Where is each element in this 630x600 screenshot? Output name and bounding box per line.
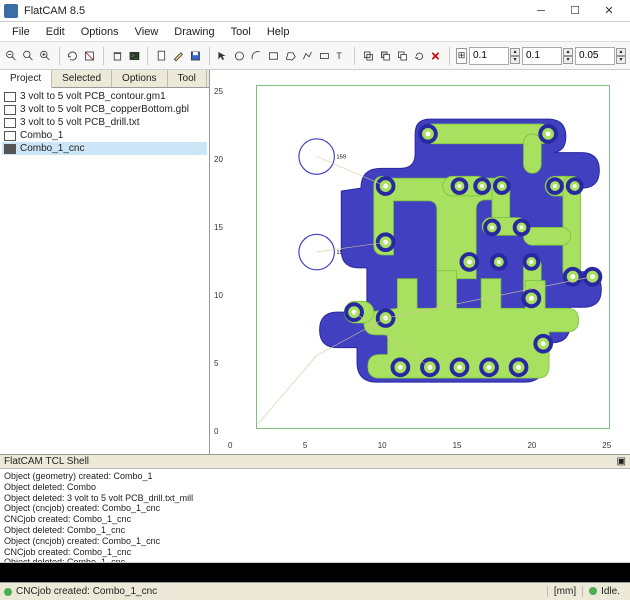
- tree-item-label: 3 volt to 5 volt PCB_copperBottom.gbl: [20, 104, 189, 115]
- y-tick: 20: [214, 155, 223, 164]
- text-icon[interactable]: T: [333, 45, 348, 67]
- y-tick: 25: [214, 87, 223, 96]
- status-message: CNCjob created: Combo_1_cnc: [16, 586, 157, 597]
- tab-project[interactable]: Project: [0, 70, 52, 88]
- tree-item-label: Combo_1_cnc: [20, 143, 84, 154]
- spin-down[interactable]: ▾: [563, 56, 573, 64]
- zoom-fit-icon[interactable]: [21, 45, 36, 67]
- app-icon: [4, 4, 18, 18]
- minimize-button[interactable]: ─: [524, 1, 558, 21]
- window-title: FlatCAM 8.5: [24, 5, 524, 17]
- tree-item-label: Combo_1: [20, 130, 63, 141]
- tree-item[interactable]: Combo_1: [2, 129, 207, 142]
- sidebar: Project Selected Options Tool 3 volt to …: [0, 70, 210, 454]
- drill-icon: [4, 118, 16, 128]
- zoom-out-icon[interactable]: [4, 45, 19, 67]
- replot-icon[interactable]: [65, 45, 80, 67]
- tree-item[interactable]: Combo_1_cnc: [2, 142, 207, 155]
- x-tick: 5: [303, 441, 307, 450]
- title-bar: FlatCAM 8.5 ─ ☐ ✕: [0, 0, 630, 22]
- plot-canvas[interactable]: 0 5 10 15 20 25 0 5 10 15 20 25 159 152: [210, 70, 630, 454]
- menu-view[interactable]: View: [127, 24, 167, 40]
- project-tree[interactable]: 3 volt to 5 volt PCB_contour.gm1 3 volt t…: [0, 88, 209, 454]
- circle-icon[interactable]: [232, 45, 247, 67]
- tree-item-label: 3 volt to 5 volt PCB_drill.txt: [20, 117, 140, 128]
- tcl-shell: FlatCAM TCL Shell ▣ Object (geometry) cr…: [0, 454, 630, 582]
- menu-edit[interactable]: Edit: [38, 24, 73, 40]
- gerber-icon: [4, 131, 16, 141]
- status-dot-icon: [4, 588, 12, 596]
- console-output[interactable]: Object (geometry) created: Combo_1 Objec…: [0, 469, 630, 562]
- svg-text:T: T: [337, 51, 343, 61]
- cut-path-icon[interactable]: [378, 45, 393, 67]
- svg-text:159: 159: [336, 155, 346, 161]
- zoom-in-icon[interactable]: [38, 45, 53, 67]
- clear-plot-icon[interactable]: [82, 45, 97, 67]
- new-icon[interactable]: [154, 45, 169, 67]
- tree-item[interactable]: 3 volt to 5 volt PCB_copperBottom.gbl: [2, 103, 207, 116]
- x-tick: 20: [527, 441, 536, 450]
- sidebar-tabs: Project Selected Options Tool: [0, 70, 209, 88]
- grid-x-input[interactable]: [469, 47, 509, 65]
- console-title: FlatCAM TCL Shell: [4, 456, 89, 467]
- spin-up[interactable]: ▴: [510, 48, 520, 56]
- status-bar: CNCjob created: Combo_1_cnc [mm] Idle.: [0, 582, 630, 600]
- console-dock-icon[interactable]: ▣: [617, 456, 626, 467]
- menu-bar: File Edit Options View Drawing Tool Help: [0, 22, 630, 42]
- menu-file[interactable]: File: [4, 24, 38, 40]
- save-icon[interactable]: [188, 45, 203, 67]
- rect2-icon[interactable]: [317, 45, 332, 67]
- x-tick: 0: [228, 441, 232, 450]
- y-tick: 5: [214, 359, 218, 368]
- tab-options[interactable]: Options: [112, 70, 167, 87]
- grid-y-input[interactable]: [522, 47, 562, 65]
- tab-selected[interactable]: Selected: [52, 70, 112, 87]
- gerber-icon: [4, 92, 16, 102]
- tree-item-label: 3 volt to 5 volt PCB_contour.gm1: [20, 91, 166, 102]
- edit-geometry-icon[interactable]: [171, 45, 186, 67]
- delete-shape-icon[interactable]: [428, 45, 443, 67]
- snap-input[interactable]: [575, 47, 615, 65]
- spin-down[interactable]: ▾: [616, 56, 626, 64]
- union-icon[interactable]: [361, 45, 376, 67]
- gerber-icon: [4, 105, 16, 115]
- menu-tool[interactable]: Tool: [223, 24, 259, 40]
- path-icon[interactable]: [300, 45, 315, 67]
- y-tick: 15: [214, 223, 223, 232]
- rotate-icon[interactable]: [412, 45, 427, 67]
- tab-tool[interactable]: Tool: [168, 70, 207, 87]
- cnc-icon: [4, 144, 16, 154]
- menu-help[interactable]: Help: [259, 24, 298, 40]
- maximize-button[interactable]: ☐: [558, 1, 592, 21]
- svg-text:>_: >_: [131, 53, 138, 59]
- copy-icon[interactable]: [395, 45, 410, 67]
- y-tick: 0: [214, 427, 218, 436]
- toolbar: >_ T ⊞ ▴▾ ▴▾ ▴▾: [0, 42, 630, 70]
- menu-options[interactable]: Options: [73, 24, 127, 40]
- polygon-icon[interactable]: [283, 45, 298, 67]
- tree-item[interactable]: 3 volt to 5 volt PCB_drill.txt: [2, 116, 207, 129]
- y-tick: 10: [214, 291, 223, 300]
- grid-toggle-icon[interactable]: ⊞: [456, 48, 467, 64]
- tree-item[interactable]: 3 volt to 5 volt PCB_contour.gm1: [2, 90, 207, 103]
- x-tick: 10: [378, 441, 387, 450]
- spin-up[interactable]: ▴: [616, 48, 626, 56]
- pcb-plot: 159 152: [228, 78, 622, 436]
- status-units: [mm]: [547, 586, 582, 597]
- delete-icon[interactable]: [110, 45, 125, 67]
- spin-up[interactable]: ▴: [563, 48, 573, 56]
- close-button[interactable]: ✕: [592, 1, 626, 21]
- status-state: Idle.: [601, 586, 620, 597]
- spin-down[interactable]: ▾: [510, 56, 520, 64]
- rectangle-icon[interactable]: [266, 45, 281, 67]
- main-area: Project Selected Options Tool 3 volt to …: [0, 70, 630, 454]
- arc-icon[interactable]: [249, 45, 264, 67]
- select-icon[interactable]: [215, 45, 230, 67]
- console-input[interactable]: [0, 562, 630, 582]
- x-tick: 15: [453, 441, 462, 450]
- menu-drawing[interactable]: Drawing: [166, 24, 222, 40]
- x-tick: 25: [602, 441, 611, 450]
- shell-icon[interactable]: >_: [127, 45, 142, 67]
